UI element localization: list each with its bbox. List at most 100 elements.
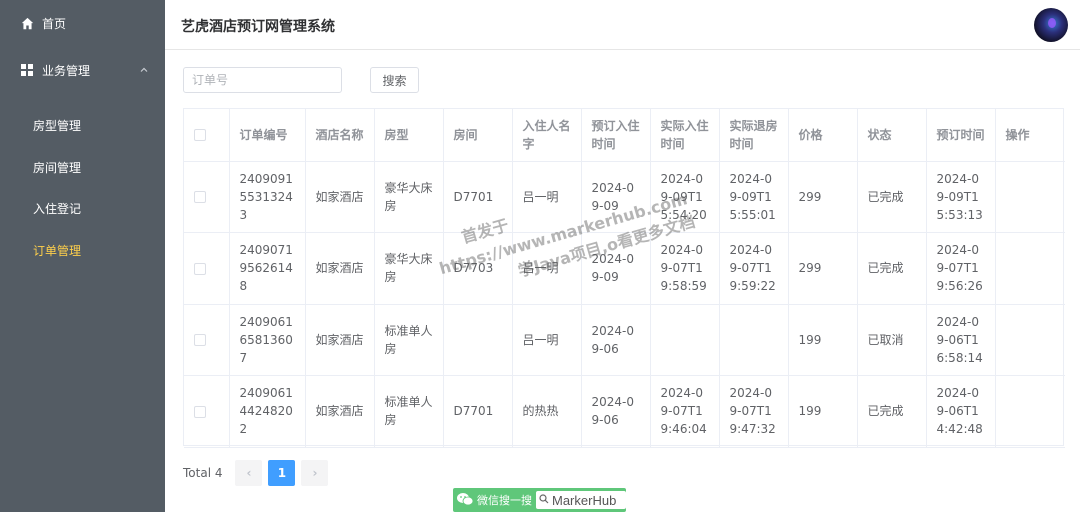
cell-hotel: 如家酒店 — [305, 161, 375, 233]
next-page-button[interactable]: › — [301, 460, 329, 486]
search-icon — [539, 493, 549, 507]
grid-icon — [20, 63, 34, 77]
cell-price: 299 — [788, 232, 858, 305]
menu-item-business-label: 业务管理 — [42, 63, 91, 78]
wechat-search-box: MarkerHub — [536, 491, 626, 509]
cell-actual-checkout: 2024-09-09T15:55:01 — [719, 161, 789, 233]
cell-booked-at: 2024-09-06T16:58:14 — [926, 304, 996, 376]
table-row: 240907195626148 如家酒店 豪华大床房 D7703 吕一明 202… — [184, 232, 1065, 305]
cell-status: 已完成 — [857, 232, 927, 305]
table-header-row: 订单编号 酒店名称 房型 房间 入住人名字 预订入住时间 实际入住时间 实际退房… — [184, 109, 1065, 162]
cell-booked-checkin: 2024-09-06 — [581, 304, 651, 376]
home-icon — [20, 16, 34, 30]
cell-actual-checkout — [719, 304, 789, 376]
row-checkbox[interactable] — [194, 191, 206, 204]
header-select-all[interactable] — [184, 109, 230, 162]
cell-price: 299 — [788, 161, 858, 233]
prev-page-button[interactable]: ‹ — [235, 460, 263, 486]
column-header: 订单编号 — [229, 109, 306, 162]
cell-actual-checkin: 2024-09-09T15:54:20 — [650, 161, 720, 233]
cell-status: 已完成 — [857, 375, 927, 448]
column-header: 操作 — [995, 109, 1065, 162]
cell-guest: 吕一明 — [512, 304, 582, 376]
wechat-icon — [457, 492, 474, 509]
cell-price: 199 — [788, 375, 858, 448]
orders-table: 订单编号 酒店名称 房型 房间 入住人名字 预订入住时间 实际入住时间 实际退房… — [183, 108, 1065, 448]
column-header: 预订时间 — [926, 109, 996, 162]
cell-action — [995, 375, 1065, 448]
cell-hotel: 如家酒店 — [305, 304, 375, 376]
cell-guest: 吕一明 — [512, 232, 582, 305]
cell-action — [995, 304, 1065, 376]
cell-status: 已完成 — [857, 161, 927, 233]
page-title: 艺虎酒店预订网管理系统 — [181, 19, 335, 35]
cell-price: 199 — [788, 304, 858, 376]
cell-room-type: 豪华大床房 — [374, 161, 444, 233]
column-header: 实际入住时间 — [650, 109, 720, 162]
cell-status: 已取消 — [857, 304, 927, 376]
header: 艺虎酒店预订网管理系统 — [165, 0, 1080, 50]
cell-order-no: 240906165813607 — [229, 304, 306, 376]
cell-hotel: 如家酒店 — [305, 232, 375, 305]
cell-booked-at: 2024-09-06T14:42:48 — [926, 375, 996, 448]
column-header: 房型 — [374, 109, 444, 162]
sidebar-item-label: 房型管理 — [33, 118, 82, 133]
cell-action — [995, 161, 1065, 233]
order-number-search-input[interactable] — [183, 67, 342, 93]
sidebar-item-room-types[interactable]: 房型管理 — [0, 107, 165, 143]
cell-booked-checkin: 2024-09-06 — [581, 375, 651, 448]
table-row: 240909155313243 如家酒店 豪华大床房 D7701 吕一明 202… — [184, 161, 1065, 233]
cell-booked-checkin: 2024-09-09 — [581, 161, 651, 233]
cell-booked-at: 2024-09-09T15:53:13 — [926, 161, 996, 233]
cell-room-type: 标准单人房 — [374, 375, 444, 448]
wechat-brand-name: MarkerHub — [552, 492, 617, 508]
cell-room — [443, 304, 513, 376]
cell-room-type: 豪华大床房 — [374, 232, 444, 305]
sidebar: 首页 业务管理 房型管理 房间管理 入住登记 订单管理 — [0, 0, 165, 512]
table-row: 240906144248202 如家酒店 标准单人房 D7701 的热热 202… — [184, 375, 1065, 448]
pagination-total: Total 4 — [183, 466, 223, 480]
column-header: 预订入住时间 — [581, 109, 651, 162]
cell-action — [995, 232, 1065, 305]
sidebar-item-orders[interactable]: 订单管理 — [0, 232, 165, 268]
cell-actual-checkin — [650, 304, 720, 376]
sidebar-item-checkin[interactable]: 入住登记 — [0, 190, 165, 226]
column-header: 实际退房时间 — [719, 109, 789, 162]
select-all-checkbox[interactable] — [194, 129, 206, 142]
sidebar-item-label: 房间管理 — [33, 160, 82, 175]
page-number-button[interactable]: 1 — [268, 460, 296, 486]
cell-booked-checkin: 2024-09-09 — [581, 232, 651, 305]
cell-actual-checkin: 2024-09-07T19:46:04 — [650, 375, 720, 448]
cell-actual-checkout: 2024-09-07T19:47:32 — [719, 375, 789, 448]
sidebar-item-label: 订单管理 — [33, 243, 82, 258]
cell-guest: 吕一明 — [512, 161, 582, 233]
menu-item-home-label: 首页 — [42, 16, 67, 31]
table-row: 240906165813607 如家酒店 标准单人房 吕一明 2024-09-0… — [184, 304, 1065, 376]
cell-actual-checkin: 2024-09-07T19:58:59 — [650, 232, 720, 305]
cell-order-no: 240906144248202 — [229, 375, 306, 448]
wechat-search-badge: 微信搜一搜 MarkerHub — [453, 488, 626, 512]
column-header: 状态 — [857, 109, 927, 162]
column-header: 酒店名称 — [305, 109, 375, 162]
cell-room: D7701 — [443, 161, 513, 233]
column-header: 房间 — [443, 109, 513, 162]
menu-item-business[interactable]: 业务管理 — [0, 52, 165, 88]
cell-room: D7701 — [443, 375, 513, 448]
sidebar-item-rooms[interactable]: 房间管理 — [0, 149, 165, 185]
row-checkbox[interactable] — [194, 262, 206, 275]
cell-guest: 的热热 — [512, 375, 582, 448]
row-checkbox[interactable] — [194, 334, 206, 347]
wechat-search-text: 微信搜一搜 — [477, 494, 532, 507]
chevron-up-icon — [139, 64, 149, 78]
menu-item-home[interactable]: 首页 — [0, 5, 165, 41]
sidebar-item-label: 入住登记 — [33, 201, 82, 216]
cell-room-type: 标准单人房 — [374, 304, 444, 376]
pagination: Total 4 ‹ 1 › — [183, 460, 334, 486]
cell-order-no: 240907195626148 — [229, 232, 306, 305]
cell-room: D7703 — [443, 232, 513, 305]
avatar[interactable] — [1034, 8, 1068, 42]
cell-order-no: 240909155313243 — [229, 161, 306, 233]
column-header: 价格 — [788, 109, 858, 162]
row-checkbox[interactable] — [194, 405, 206, 418]
search-button[interactable]: 搜索 — [370, 67, 419, 93]
